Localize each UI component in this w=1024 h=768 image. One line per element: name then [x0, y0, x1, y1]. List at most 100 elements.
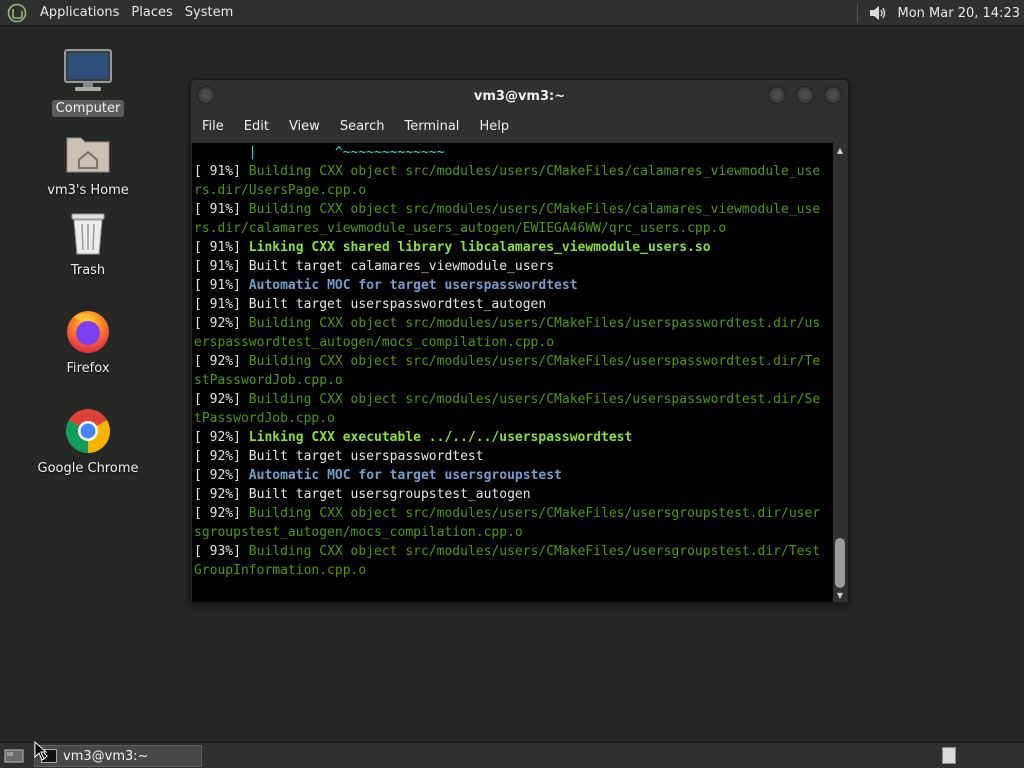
terminal-line: [ 92%] Automatic MOC for target usersgro… — [192, 466, 834, 485]
mint-logo-icon[interactable] — [6, 2, 28, 24]
terminal-line-text: [ 91%] Built target calamares_viewmodule… — [194, 259, 555, 274]
terminal-line-text: [ 91%] — [194, 278, 249, 293]
terminal-line: rs.dir/calamares_viewmodule_users_autoge… — [192, 219, 834, 238]
chrome-icon — [63, 406, 113, 456]
mouse-cursor-icon — [34, 741, 48, 761]
terminal-line: [ 92%] Linking CXX executable ../../../u… — [192, 428, 834, 447]
trash-icon — [63, 208, 113, 258]
terminal-line-text: [ 92%] — [194, 468, 249, 483]
terminal-line-message: Building CXX object src/modules/users/CM… — [248, 354, 821, 369]
terminal-line-text: [ 92%] — [194, 392, 249, 407]
terminal-line-text: stPasswordJob.cpp.o — [194, 373, 343, 388]
window-title: vm3@vm3:~ — [473, 88, 566, 104]
terminal-line: tPasswordJob.cpp.o — [192, 409, 834, 428]
terminal-line-text: sgroupstest_autogen/mocs_compilation.cpp… — [194, 525, 523, 540]
terminal-line: GroupInformation.cpp.o — [192, 561, 834, 580]
terminal-line: [ 91%] Building CXX object src/modules/u… — [192, 162, 834, 181]
terminal-line: [ 92%] Built target usersgroupstest_auto… — [192, 485, 834, 504]
terminal-line-text: [ 92%] — [194, 354, 249, 369]
menu-terminal[interactable]: Terminal — [394, 112, 469, 142]
terminal-line-message: Building CXX object src/modules/users/CM… — [248, 202, 821, 217]
terminal-line: | ^~~~~~~~~~~~~~ — [192, 143, 834, 162]
terminal-line: [ 91%] Automatic MOC for target userspas… — [192, 276, 834, 295]
terminal-line: [ 92%] Building CXX object src/modules/u… — [192, 314, 834, 333]
terminal-line: rs.dir/UsersPage.cpp.o — [192, 181, 834, 200]
terminal-line-text: [ 92%] — [194, 430, 249, 445]
workspace-switcher[interactable] — [942, 747, 956, 764]
terminal-line-text: [ 93%] — [194, 544, 249, 559]
desktop-icon-label: vm3's Home — [47, 183, 129, 198]
places-menu[interactable]: Places — [125, 0, 178, 26]
window-menu-button[interactable] — [197, 86, 215, 104]
terminal-line-message: Automatic MOC for target usersgroupstest — [248, 468, 562, 483]
menu-help[interactable]: Help — [469, 112, 519, 142]
firefox-icon — [63, 306, 113, 356]
terminal-line: [ 91%] Building CXX object src/modules/u… — [192, 200, 834, 219]
terminal-line-text: [ 92%] Built target userspasswordtest — [194, 449, 484, 464]
volume-icon[interactable] — [868, 4, 888, 22]
terminal-line-message: Building CXX object src/modules/users/CM… — [248, 164, 821, 179]
panel-separator — [856, 4, 858, 22]
desktop-icon-home[interactable]: vm3's Home — [28, 128, 148, 199]
terminal-line-message: Building CXX object src/modules/users/CM… — [248, 506, 821, 521]
taskbar-label: vm3@vm3:~ — [63, 748, 149, 764]
desktop-icon-computer[interactable]: Computer — [28, 46, 148, 117]
desktop-icon-label: Trash — [70, 263, 106, 278]
menu-edit[interactable]: Edit — [234, 112, 279, 142]
terminal-line-message: Linking CXX executable ../../../userspas… — [248, 430, 633, 445]
terminal-line-message: Linking CXX shared library libcalamares_… — [248, 240, 711, 255]
close-button[interactable] — [824, 86, 842, 104]
home-folder-icon — [63, 128, 113, 178]
terminal-line: stPasswordJob.cpp.o — [192, 371, 834, 390]
terminal-scrollbar[interactable]: ▲ ▼ — [833, 143, 847, 602]
bottom-panel: vm3@vm3:~ — [0, 742, 1024, 768]
clock[interactable]: Mon Mar 20, 14:23 — [898, 6, 1020, 21]
terminal-line-text: [ 91%] — [194, 202, 249, 217]
terminal-line: [ 91%] Linking CXX shared library libcal… — [192, 238, 834, 257]
desktop-icon-label: Google Chrome — [37, 461, 139, 476]
terminal-line-text: [ 91%] — [194, 164, 249, 179]
scroll-up-arrow-icon[interactable]: ▲ — [833, 143, 847, 157]
top-panel: Applications Places System Mon Mar 20, 1… — [0, 0, 1024, 26]
terminal-line: erspasswordtest_autogen/mocs_compilation… — [192, 333, 834, 352]
terminal-line: [ 91%] Built target userspasswordtest_au… — [192, 295, 834, 314]
scroll-down-arrow-icon[interactable]: ▼ — [833, 588, 847, 602]
system-menu[interactable]: System — [179, 0, 239, 26]
minimize-button[interactable] — [768, 86, 786, 104]
desktop-icon-firefox[interactable]: Firefox — [28, 306, 148, 377]
terminal-line-message: Automatic MOC for target userspasswordte… — [248, 278, 578, 293]
terminal-line-text: rs.dir/calamares_viewmodule_users_autoge… — [194, 221, 727, 236]
applications-menu[interactable]: Applications — [34, 0, 125, 26]
scrollbar-thumb[interactable] — [835, 538, 845, 588]
terminal-line-text: | ^~~~~~~~~~~~~~ — [194, 145, 445, 160]
menu-view[interactable]: View — [279, 112, 330, 142]
taskbar-terminal-button[interactable]: vm3@vm3:~ — [34, 745, 202, 767]
terminal-line-text: erspasswordtest_autogen/mocs_compilation… — [194, 335, 555, 350]
terminal-line: [ 92%] Building CXX object src/modules/u… — [192, 504, 834, 523]
desktop-icon-label: Computer — [51, 100, 125, 117]
terminal-line: [ 92%] Built target userspasswordtest — [192, 447, 834, 466]
desktop-icon-chrome[interactable]: Google Chrome — [28, 406, 148, 477]
show-desktop-icon[interactable] — [2, 744, 26, 768]
terminal-line-text: [ 92%] — [194, 506, 249, 521]
maximize-button[interactable] — [796, 86, 814, 104]
window-titlebar[interactable]: vm3@vm3:~ — [191, 80, 848, 112]
terminal-line-text: [ 91%] Built target userspasswordtest_au… — [194, 297, 547, 312]
terminal-window[interactable]: vm3@vm3:~ File Edit View Search Terminal… — [190, 79, 849, 603]
terminal-line-text: [ 91%] — [194, 240, 249, 255]
menu-file[interactable]: File — [192, 112, 234, 142]
terminal-line-text: [ 92%] Built target usersgroupstest_auto… — [194, 487, 531, 502]
terminal-line: [ 91%] Built target calamares_viewmodule… — [192, 257, 834, 276]
terminal-line-text: [ 92%] — [194, 316, 249, 331]
desktop-icon-trash[interactable]: Trash — [28, 208, 148, 279]
terminal-line-message: Building CXX object src/modules/users/CM… — [248, 392, 821, 407]
terminal-line-message: Building CXX object src/modules/users/CM… — [248, 316, 821, 331]
computer-icon — [63, 46, 113, 96]
terminal-output[interactable]: | ^~~~~~~~~~~~~~ [ 91%] Building CXX obje… — [192, 143, 834, 602]
terminal-line: [ 92%] Building CXX object src/modules/u… — [192, 390, 834, 409]
desktop-icon-label: Firefox — [66, 361, 110, 376]
terminal-line: [ 92%] Building CXX object src/modules/u… — [192, 352, 834, 371]
terminal-line-message: Building CXX object src/modules/users/CM… — [248, 544, 821, 559]
menu-search[interactable]: Search — [330, 112, 395, 142]
terminal-line-text: tPasswordJob.cpp.o — [194, 411, 335, 426]
